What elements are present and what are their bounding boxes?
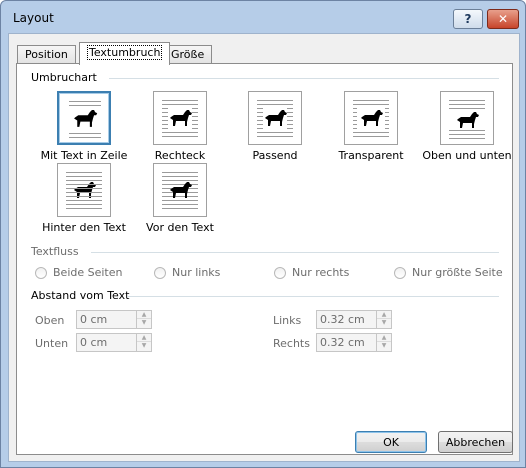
radio-circle <box>394 266 406 279</box>
wrap-option-square[interactable]: Rechteck <box>135 91 225 162</box>
wrap-option-tight[interactable]: Passend <box>230 91 320 162</box>
radio-nur-links[interactable]: Nur links <box>154 266 220 279</box>
tab-position[interactable]: Position <box>17 45 76 64</box>
wrap-behind-icon <box>57 163 111 217</box>
spin-up-icon[interactable]: ▲ <box>137 311 151 319</box>
wrap-top-bottom-icon <box>440 91 494 145</box>
behind-wrap-glyph <box>66 172 102 209</box>
tab-position-label: Position <box>25 48 68 61</box>
textfluss-divider <box>91 252 499 253</box>
rechts-value: 0.32 cm <box>320 336 365 349</box>
dialog-client: Position Textumbruch Größe Umbruchart Mi… <box>8 33 520 462</box>
wrap-option-inline[interactable]: Mit Text in Zeile <box>39 91 129 162</box>
radio-nur-rechts[interactable]: Nur rechts <box>274 266 349 279</box>
spin-down-icon[interactable]: ▼ <box>137 342 151 350</box>
unten-spin-buttons: ▲ ▼ <box>136 334 151 351</box>
front-wrap-glyph <box>162 172 198 209</box>
ok-button-label: OK <box>383 435 399 449</box>
radio-beide-seiten[interactable]: Beide Seiten <box>35 266 122 279</box>
rechts-spin-buttons: ▲ ▼ <box>376 334 391 351</box>
wrap-option-label: Oben und unten <box>422 149 512 162</box>
spin-up-icon[interactable]: ▲ <box>137 334 151 342</box>
tab-groesse-label: Größe <box>171 48 205 61</box>
abstand-heading: Abstand vom Text <box>31 289 130 302</box>
square-wrap-glyph <box>162 100 198 137</box>
topbottom-wrap-glyph <box>449 100 485 139</box>
radio-circle <box>35 266 47 279</box>
links-spin-buttons: ▲ ▼ <box>376 311 391 328</box>
spin-up-icon[interactable]: ▲ <box>377 311 391 319</box>
textfluss-heading: Textfluss <box>31 245 79 258</box>
wrap-through-icon <box>344 91 398 145</box>
radio-label: Nur rechts <box>292 266 350 279</box>
radio-label: Nur links <box>172 266 221 279</box>
wrap-inline-icon <box>57 91 111 145</box>
tab-textumbruch[interactable]: Textumbruch <box>79 42 171 65</box>
wrap-tight-icon <box>248 91 302 145</box>
tab-panel-textumbruch: Umbruchart Mit Text in Zeile Rechteck Pa… <box>16 63 513 455</box>
help-button[interactable]: ? <box>453 9 483 29</box>
unten-label: Unten <box>35 337 69 350</box>
ok-button[interactable]: OK <box>355 431 427 453</box>
inline-wrap-glyph <box>69 101 101 138</box>
wrap-option-label: Mit Text in Zeile <box>40 149 128 162</box>
wrap-option-label: Vor den Text <box>146 221 214 234</box>
radio-circle <box>154 266 166 279</box>
links-label: Links <box>273 314 302 327</box>
wrap-option-label: Passend <box>252 149 298 162</box>
wrap-option-top-bottom[interactable]: Oben und unten <box>422 91 512 162</box>
radio-nur-groesste-seite[interactable]: Nur größte Seite <box>394 266 503 279</box>
rechts-label: Rechts <box>273 337 310 350</box>
wrap-option-label: Hinter den Text <box>42 221 126 234</box>
unten-spinner[interactable]: 0 cm ▲ ▼ <box>76 333 152 352</box>
wrap-option-label: Transparent <box>338 149 404 162</box>
tight-wrap-glyph <box>257 100 293 137</box>
oben-value: 0 cm <box>80 313 108 326</box>
close-button[interactable]: ✕ <box>487 9 519 29</box>
through-wrap-glyph <box>353 100 389 137</box>
oben-spin-buttons: ▲ ▼ <box>136 311 151 328</box>
wrap-option-behind[interactable]: Hinter den Text <box>39 163 129 234</box>
oben-spinner[interactable]: 0 cm ▲ ▼ <box>76 310 152 329</box>
wrap-option-label: Rechteck <box>154 149 206 162</box>
rechts-spinner[interactable]: 0.32 cm ▲ ▼ <box>316 333 392 352</box>
close-icon: ✕ <box>497 12 509 26</box>
spin-down-icon[interactable]: ▼ <box>137 319 151 327</box>
oben-label: Oben <box>35 314 65 327</box>
layout-dialog: Layout ? ✕ Position Textumbruch Größe Um… <box>0 0 526 468</box>
help-icon: ? <box>464 12 472 26</box>
radio-label: Nur größte Seite <box>412 266 503 279</box>
wrap-heading: Umbruchart <box>31 71 97 84</box>
wrap-option-through[interactable]: Transparent <box>326 91 416 162</box>
radio-label: Beide Seiten <box>53 266 123 279</box>
window-title: Layout <box>13 11 54 25</box>
abstand-divider <box>127 296 499 297</box>
tab-textumbruch-label: Textumbruch <box>87 45 163 60</box>
spin-down-icon[interactable]: ▼ <box>377 342 391 350</box>
wrap-option-in-front[interactable]: Vor den Text <box>135 163 225 234</box>
spin-up-icon[interactable]: ▲ <box>377 334 391 342</box>
links-value: 0.32 cm <box>320 313 365 326</box>
wrap-in-front-icon <box>153 163 207 217</box>
title-bar: Layout ? ✕ <box>1 1 525 35</box>
cancel-button-label: Abbrechen <box>445 435 506 449</box>
unten-value: 0 cm <box>80 336 108 349</box>
links-spinner[interactable]: 0.32 cm ▲ ▼ <box>316 310 392 329</box>
cancel-button[interactable]: Abbrechen <box>438 431 513 453</box>
wrap-square-icon <box>153 91 207 145</box>
radio-circle <box>274 266 286 279</box>
spin-down-icon[interactable]: ▼ <box>377 319 391 327</box>
wrap-divider <box>109 78 499 79</box>
